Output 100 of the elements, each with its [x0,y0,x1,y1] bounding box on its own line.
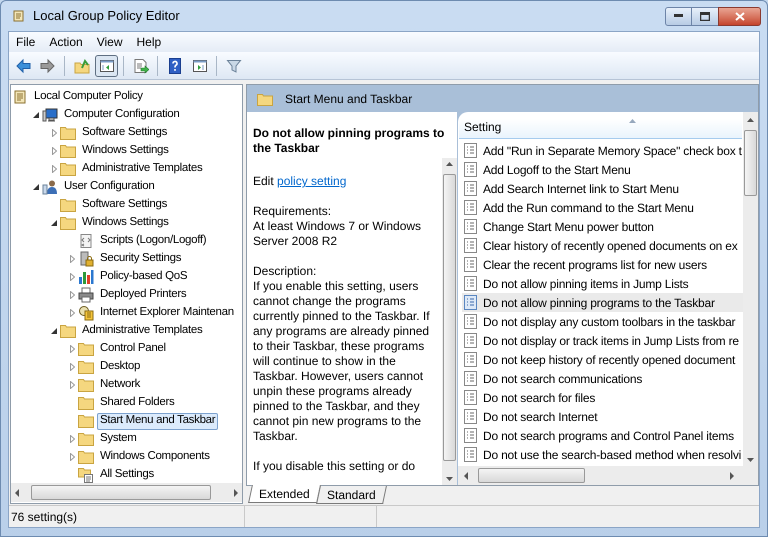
tree-item[interactable]: Security Settings [97,250,184,268]
setting-row[interactable]: Do not display or track items in Jump Lists from re [462,331,743,350]
expanded-arrow-icon[interactable] [33,184,39,190]
description-text: If you enable this setting, users cannot change the programs currently pinned to the Taskbar. If any programs are already pinned to their Taskbar, these programs will continue to show in the Taskbar. However, users cannot unpin these programs already pinned to the Taskbar, and they cannot pin new programs to the Taskbar. [253,279,431,444]
policy-setting-link[interactable]: policy setting [277,174,346,188]
collapsed-arrow-icon[interactable] [70,255,74,263]
requirements-label: Requirements: [253,204,332,219]
tree-item[interactable]: User Configuration [61,178,158,196]
expanded-arrow-icon[interactable] [51,220,57,226]
setting-row[interactable]: Clear the recent programs list for new users [462,255,743,274]
back-arrow-icon [14,58,30,74]
collapsed-arrow-icon[interactable] [52,147,56,155]
tree-item[interactable]: Windows Settings [79,214,172,232]
setting-row[interactable]: Do not search for files [462,388,743,407]
collapsed-arrow-icon[interactable] [70,309,74,317]
list-page-icon [464,295,477,310]
toolbar-button[interactable] [95,54,118,76]
tree-item[interactable]: Shared Folders [97,394,178,412]
tree-item[interactable]: Software Settings [79,124,170,142]
tree-item[interactable]: Administrative Templates [79,160,206,178]
maximize-button[interactable] [692,6,718,26]
menu-item[interactable]: File [9,32,42,52]
menu-item[interactable]: Help [130,32,168,52]
close-icon [734,12,744,20]
setting-row[interactable]: Clear history of recently opened documents on ex [462,236,743,255]
collapsed-arrow-icon[interactable] [70,345,74,353]
expanded-arrow-icon[interactable] [33,112,39,118]
collapsed-arrow-icon[interactable] [70,273,74,281]
list-page-icon [464,276,477,291]
scroll-up-icon [446,162,453,166]
tree-item[interactable]: Network [97,376,144,394]
collapsed-arrow-icon[interactable] [70,453,74,461]
collapsed-arrow-icon[interactable] [70,435,74,443]
setting-row[interactable]: Add Logoff to the Start Menu [462,160,743,179]
setting-row[interactable]: Do not search communications [462,369,743,388]
list-page-icon [464,447,477,462]
tree-item[interactable]: Control Panel [97,340,169,358]
tree-item[interactable]: Windows Settings [79,142,172,160]
column-header[interactable]: Setting [459,118,742,139]
setting-row[interactable]: Add the Run command to the Start Menu [462,198,743,217]
scroll-up-icon [747,118,754,122]
tree-item[interactable]: System [97,430,140,448]
list-page-icon [464,143,477,158]
tree-item[interactable]: Policy-based QoS [97,268,190,286]
setting-row[interactable]: Do not allow pinning programs to the Taskbar [462,293,743,312]
view-tab[interactable]: Extended [248,485,321,503]
minimize-button[interactable] [665,6,692,26]
tree-item[interactable]: Internet Explorer Maintenan [97,304,237,322]
tree-item[interactable]: Start Menu and Taskbar [97,412,218,430]
collapsed-arrow-icon[interactable] [70,381,74,389]
scroll-icon [12,89,28,105]
folder-icon [78,377,94,393]
tree-item[interactable]: Deployed Printers [97,286,190,304]
requirements-text: At least Windows 7 or Windows Server 2008 R2 [253,219,422,249]
folder-icon [78,413,94,429]
list-page-icon [464,352,477,367]
tree-item[interactable]: All Settings [97,466,157,483]
setting-row[interactable]: Do not search programs and Control Panel items [462,426,743,445]
view-tab[interactable]: Standard [316,486,386,504]
list-page-icon [464,257,477,272]
setting-row[interactable]: Do not use the search-based method when resolvi [462,445,743,464]
tree-item[interactable]: Software Settings [79,196,170,214]
close-button[interactable] [718,6,761,26]
scroll-left-icon [462,472,470,480]
tree-item[interactable]: Local Computer Policy [31,88,146,106]
minimize-icon [674,14,683,18]
bar-chart-icon [78,269,94,285]
folder-icon [78,449,94,465]
setting-row[interactable]: Add Search Internet link to Start Menu [462,179,743,198]
list-page-icon [464,333,477,348]
tree-item[interactable]: Desktop [97,358,144,376]
expanded-arrow-icon[interactable] [51,328,57,334]
menu-item[interactable]: Action [42,32,90,52]
setting-row[interactable]: Do not search Internet [462,407,743,426]
menu-item[interactable]: View [90,32,130,52]
printer-icon [78,287,94,303]
tree-item[interactable]: Scripts (Logon/Logoff) [97,232,210,250]
tree-item[interactable]: Computer Configuration [61,106,182,124]
tree-item[interactable]: Windows Components [97,448,213,466]
scroll-thumb [744,130,757,196]
tree-item[interactable]: Administrative Templates [79,322,206,340]
collapsed-arrow-icon[interactable] [52,165,56,173]
folder-icon [60,215,76,231]
setting-row[interactable]: Change Start Menu power button [462,217,743,236]
setting-row[interactable]: Do not display any custom toolbars in the taskbar [462,312,743,331]
filter-icon [226,58,242,74]
setting-row[interactable]: Add "Run in Separate Memory Space" check box t [462,141,743,160]
list-page-icon [464,371,477,386]
collapsed-arrow-icon[interactable] [70,291,74,299]
collapsed-arrow-icon[interactable] [70,363,74,371]
list-page-icon [464,428,477,443]
setting-row[interactable]: Do not allow pinning items in Jump Lists [462,274,743,293]
description-label: Description: [253,264,318,279]
edit-label: Edit [253,174,275,188]
folder-icon [60,161,76,177]
folder-icon [60,125,76,141]
list-page-icon [464,314,477,329]
collapsed-arrow-icon[interactable] [52,129,56,137]
setting-row[interactable]: Do not keep history of recently opened document [462,350,743,369]
scroll-right-icon [232,488,240,496]
